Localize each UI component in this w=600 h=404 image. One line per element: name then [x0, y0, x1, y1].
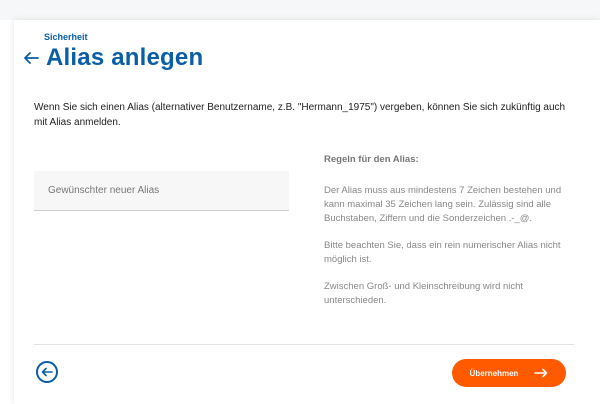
- intro-text: Wenn Sie sich einen Alias (alternativer …: [34, 102, 566, 128]
- alias-rules: Regeln für den Alias: Der Alias muss aus…: [324, 153, 574, 321]
- top-bar: [0, 0, 600, 20]
- circle-arrow-left-icon: [41, 367, 53, 377]
- alias-input[interactable]: [34, 171, 289, 211]
- submit-label: Übernehmen: [469, 368, 519, 378]
- footer-divider: [34, 344, 574, 345]
- rules-heading: Regeln für den Alias:: [324, 154, 419, 165]
- arrow-right-icon: [534, 368, 548, 378]
- section-label: Sicherheit: [44, 32, 88, 42]
- rule-item: Zwischen Groß- und Kleinschreibung wird …: [324, 281, 524, 306]
- submit-button[interactable]: Übernehmen: [452, 359, 566, 387]
- arrow-left-icon[interactable]: [22, 50, 40, 66]
- title-row: Alias anlegen: [22, 43, 203, 73]
- rule-item: Bitte beachten Sie, dass ein rein numeri…: [324, 240, 561, 265]
- page-title: Alias anlegen: [46, 44, 204, 71]
- rule-item: Der Alias muss aus mindestens 7 Zeichen …: [324, 185, 562, 224]
- back-button[interactable]: [36, 361, 58, 383]
